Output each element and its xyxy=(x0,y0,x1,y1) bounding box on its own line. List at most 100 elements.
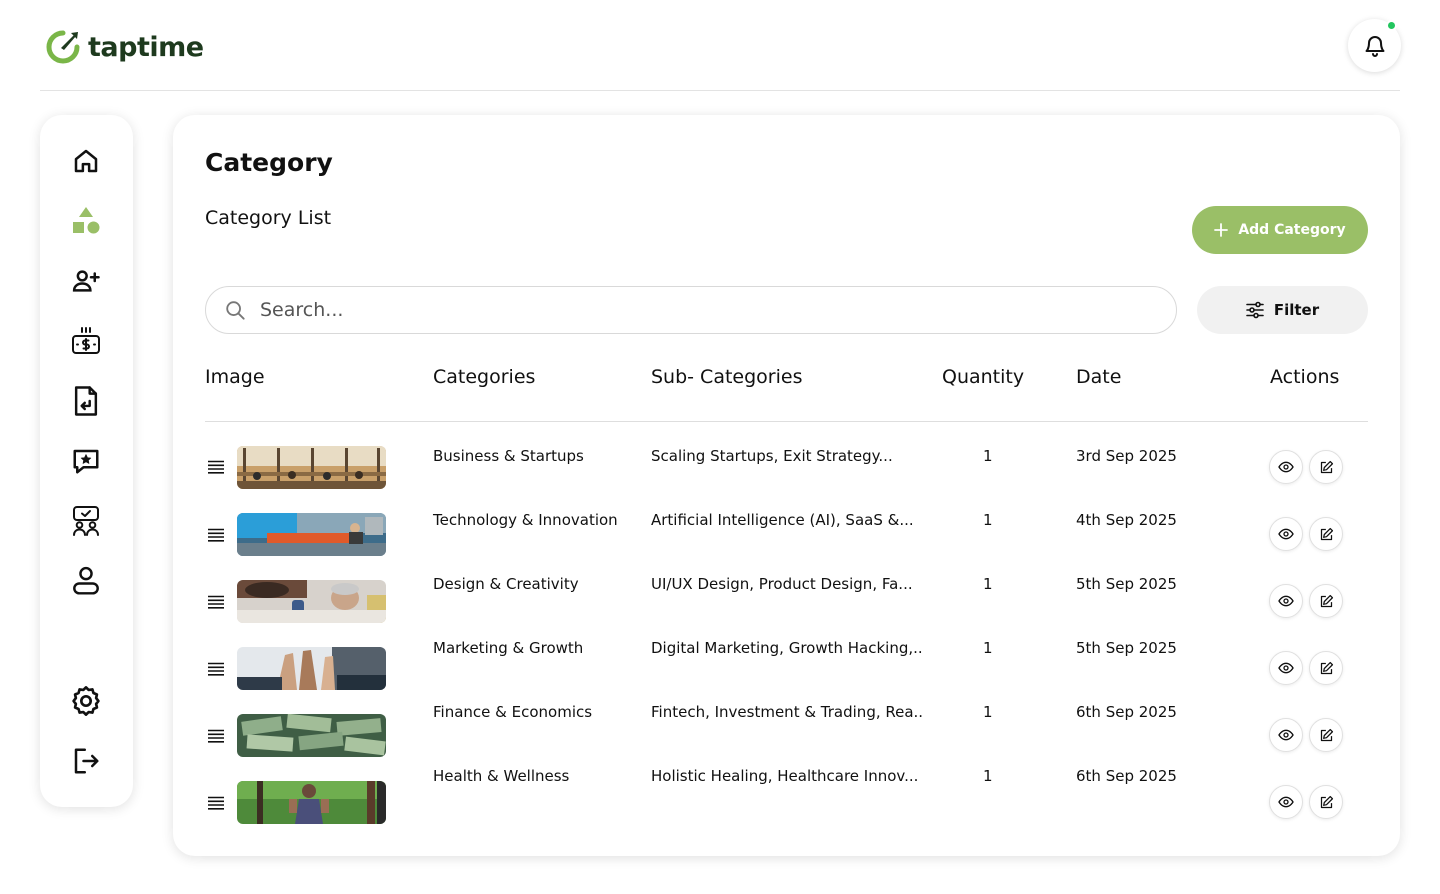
edit-button[interactable] xyxy=(1309,651,1343,685)
column-header-date[interactable]: Date xyxy=(1076,366,1121,388)
sidebar-item-settings[interactable] xyxy=(68,683,104,719)
table-row[interactable]: Health & Wellness Holistic Healing, Heal… xyxy=(173,758,1400,824)
eye-icon xyxy=(1278,662,1294,674)
brand-logo[interactable]: taptime xyxy=(44,28,204,66)
quantity-value: 1 xyxy=(983,447,993,465)
sidebar-item-profile[interactable] xyxy=(68,563,104,599)
tech-workspace-photo xyxy=(237,513,386,556)
table-row[interactable]: Technology & Innovation Artificial Intel… xyxy=(173,502,1400,562)
eye-icon xyxy=(1278,461,1294,473)
edit-button[interactable] xyxy=(1309,718,1343,752)
table-row[interactable]: Design & Creativity UI/UX Design, Produc… xyxy=(173,566,1400,626)
subcategory-list: Digital Marketing, Growth Hacking,.. xyxy=(651,639,923,657)
subcategory-list: UI/UX Design, Product Design, Fa... xyxy=(651,575,913,593)
sidebar-item-payments[interactable] xyxy=(68,323,104,359)
sidebar-item-category[interactable] xyxy=(68,203,104,239)
sidebar-item-reviews[interactable] xyxy=(68,443,104,479)
taptime-logo-icon xyxy=(46,30,80,64)
edit-icon xyxy=(1320,527,1333,540)
quantity-value: 1 xyxy=(983,703,993,721)
add-category-label: Add Category xyxy=(1238,222,1346,238)
category-image xyxy=(237,513,386,556)
date-value: 5th Sep 2025 xyxy=(1076,639,1177,657)
edit-button[interactable] xyxy=(1309,450,1343,484)
category-name: Health & Wellness xyxy=(433,767,570,785)
edit-button[interactable] xyxy=(1309,785,1343,819)
sidebar-item-logout[interactable] xyxy=(68,743,104,779)
view-button[interactable] xyxy=(1269,450,1303,484)
category-name: Business & Startups xyxy=(433,447,584,465)
column-header-quantity[interactable]: Quantity xyxy=(942,366,1024,388)
eye-icon xyxy=(1278,729,1294,741)
category-image xyxy=(237,781,386,824)
quantity-value: 1 xyxy=(983,575,993,593)
category-image xyxy=(237,446,386,489)
design-team-photo xyxy=(237,580,386,623)
search-icon xyxy=(226,301,245,320)
office-meeting-photo xyxy=(237,446,386,489)
quantity-value: 1 xyxy=(983,639,993,657)
add-user-icon xyxy=(72,270,100,292)
review-star-icon xyxy=(73,449,99,474)
category-name: Design & Creativity xyxy=(433,575,579,593)
table-row[interactable]: Marketing & Growth Digital Marketing, Gr… xyxy=(173,630,1400,690)
category-image xyxy=(237,714,386,757)
edit-button[interactable] xyxy=(1309,584,1343,618)
quantity-value: 1 xyxy=(983,767,993,785)
sidebar-item-add-user[interactable] xyxy=(68,263,104,299)
page-title: Category xyxy=(205,148,333,177)
drag-handle-icon[interactable] xyxy=(207,796,225,810)
sidebar-item-returns[interactable] xyxy=(68,383,104,419)
forest-runner-photo xyxy=(237,781,386,824)
eye-icon xyxy=(1278,595,1294,607)
sidebar-item-teams[interactable] xyxy=(68,503,104,539)
date-value: 6th Sep 2025 xyxy=(1076,767,1177,785)
money-pile-photo xyxy=(237,714,386,757)
shapes-icon xyxy=(73,207,100,234)
document-return-icon xyxy=(74,386,98,416)
subcategory-list: Scaling Startups, Exit Strategy... xyxy=(651,447,893,465)
quantity-value: 1 xyxy=(983,511,993,529)
column-header-actions: Actions xyxy=(1270,366,1340,388)
section-title: Category List xyxy=(205,207,332,229)
subcategory-list: Fintech, Investment & Trading, Rea.. xyxy=(651,703,924,721)
profile-icon xyxy=(73,566,99,595)
sidebar-item-home[interactable] xyxy=(68,143,104,179)
brand-name: taptime xyxy=(88,31,204,63)
notification-indicator xyxy=(1386,20,1397,31)
table-row[interactable]: Finance & Economics Fintech, Investment … xyxy=(173,694,1400,757)
view-button[interactable] xyxy=(1269,785,1303,819)
notifications-button[interactable] xyxy=(1348,19,1401,72)
search-input[interactable] xyxy=(260,299,1140,321)
subcategory-list: Artificial Intelligence (AI), SaaS &... xyxy=(651,511,914,529)
category-image xyxy=(237,647,386,690)
edit-icon xyxy=(1320,728,1333,741)
add-category-button[interactable]: Add Category xyxy=(1192,206,1368,254)
drag-handle-icon[interactable] xyxy=(207,528,225,542)
plus-icon xyxy=(1214,223,1229,237)
date-value: 5th Sep 2025 xyxy=(1076,575,1177,593)
view-button[interactable] xyxy=(1269,651,1303,685)
drag-handle-icon[interactable] xyxy=(207,595,225,609)
column-header-image[interactable]: Image xyxy=(205,366,265,388)
filter-button[interactable]: Filter xyxy=(1197,286,1368,334)
drag-handle-icon[interactable] xyxy=(207,662,225,676)
logout-icon xyxy=(74,748,99,774)
edit-icon xyxy=(1320,661,1333,674)
header-divider xyxy=(40,90,1400,91)
view-button[interactable] xyxy=(1269,517,1303,551)
sidebar xyxy=(40,115,133,807)
table-row[interactable]: Business & Startups Scaling Startups, Ex… xyxy=(173,438,1400,498)
drag-handle-icon[interactable] xyxy=(207,460,225,474)
date-value: 3rd Sep 2025 xyxy=(1076,447,1177,465)
view-button[interactable] xyxy=(1269,718,1303,752)
column-header-subcategories[interactable]: Sub- Categories xyxy=(651,366,802,388)
view-button[interactable] xyxy=(1269,584,1303,618)
edit-button[interactable] xyxy=(1309,517,1343,551)
date-value: 6th Sep 2025 xyxy=(1076,703,1177,721)
table-header-divider xyxy=(205,421,1368,422)
payments-icon xyxy=(72,327,100,354)
drag-handle-icon[interactable] xyxy=(207,729,225,743)
search-bar xyxy=(205,286,1177,334)
column-header-categories[interactable]: Categories xyxy=(433,366,535,388)
